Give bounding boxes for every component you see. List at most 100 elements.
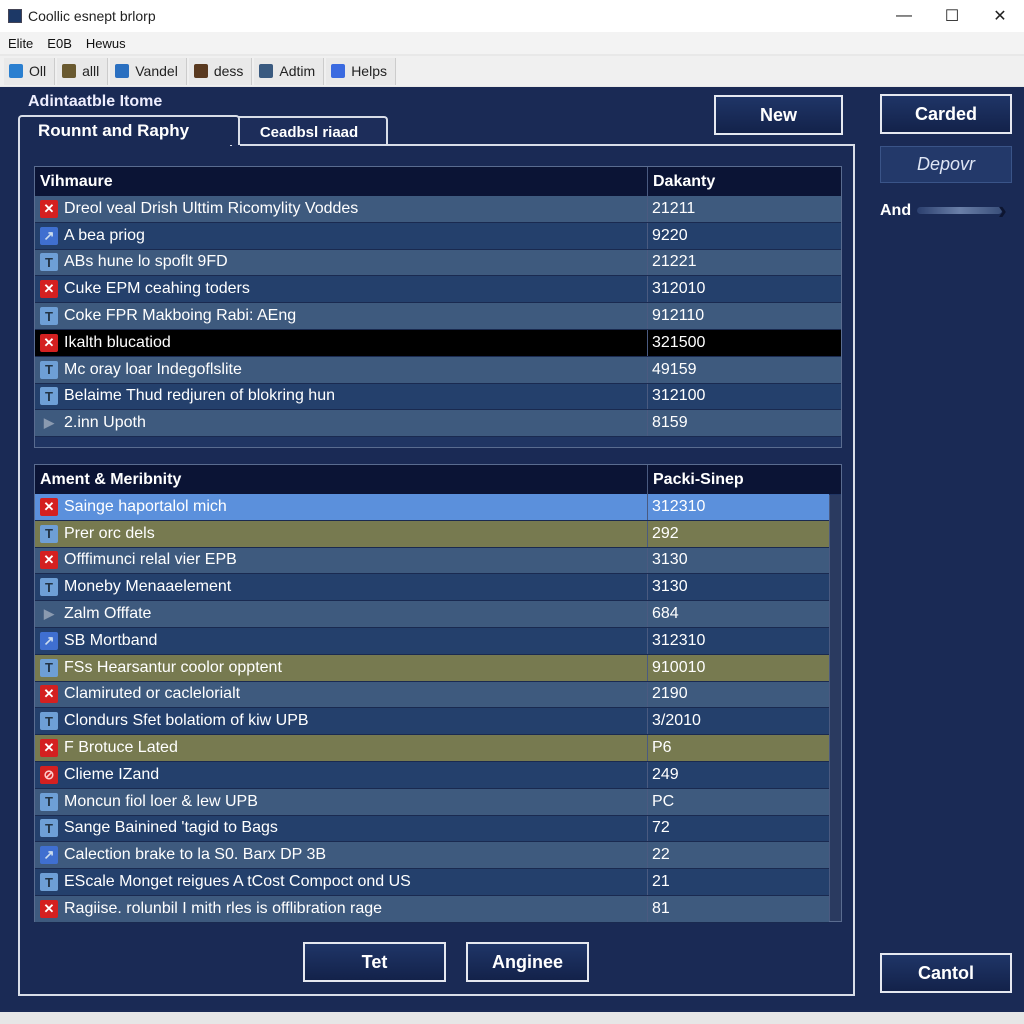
scrollbar[interactable]: [829, 495, 841, 921]
menu-item[interactable]: Elite: [8, 36, 33, 51]
minimize-button[interactable]: —: [880, 0, 928, 32]
table-row[interactable]: ✕ Sainge haportalol mich 312310: [35, 494, 829, 521]
row-name: ABs hune lo spoflt 9FD: [64, 253, 228, 271]
toolbar-label: Helps: [351, 63, 387, 79]
row-value: 321500: [652, 333, 706, 351]
main-panel: Adintaatble Itome Ceadbsl riaad Rounnt a…: [0, 87, 1024, 1012]
menu-item[interactable]: Hewus: [86, 36, 126, 51]
database-icon: [62, 64, 77, 78]
blocked-icon: ⊘: [40, 765, 58, 784]
table-row[interactable]: T FSs Hearsantur coolor opptent 910010: [35, 654, 829, 682]
and-slider[interactable]: And ›: [880, 195, 1007, 226]
table-row[interactable]: T Sange Bainined 'tagid to Bags 72: [35, 815, 829, 843]
chart-icon: ↗: [40, 226, 58, 245]
error-icon: ✕: [40, 199, 58, 218]
row-name: F Brotuce Lated: [64, 739, 178, 757]
table-row[interactable]: ✕ Cuke EPM ceahing toders 312010: [35, 276, 841, 304]
column-header[interactable]: Dakanty: [648, 167, 841, 196]
toolbar-button[interactable]: Oll: [4, 57, 56, 85]
toolbar-button[interactable]: alll: [57, 57, 109, 85]
column-header[interactable]: Vihmaure: [35, 167, 648, 196]
row-value: 81: [652, 899, 670, 917]
slider-label: And: [880, 201, 912, 219]
row-name: Prer orc dels: [64, 524, 155, 542]
table-row[interactable]: T EScale Monget reigues A tCost Compoct o…: [35, 869, 829, 896]
filter-icon: T: [40, 792, 58, 811]
table-row[interactable]: T Moneby Menaaelement 3130: [35, 574, 829, 602]
table-row[interactable]: ▶ 2.inn Upoth 8159: [35, 410, 841, 438]
row-value: 3130: [652, 551, 688, 569]
tab-primary[interactable]: Rounnt and Raphy: [18, 115, 240, 145]
row-name: Dreol veal Drish Ulttim Ricomylity Vodde…: [64, 199, 359, 217]
table-header: Ament & Meribnity Packi-Sinep: [35, 465, 841, 494]
maximize-button[interactable]: ☐: [928, 0, 976, 32]
row-name: 2.inn Upoth: [64, 414, 146, 432]
toolbar: Oll alll Vandel dess Adtim Helps: [0, 56, 1024, 86]
table-bottom: Ament & Meribnity Packi-Sinep ✕ Sainge ha…: [34, 464, 842, 923]
slider-track[interactable]: [917, 207, 1003, 214]
table-row[interactable]: T ABs hune lo spoflt 9FD 21221: [35, 249, 841, 277]
error-icon: ✕: [40, 497, 58, 516]
table-row[interactable]: ✕ Clamiruted or caclelorialt 2190: [35, 681, 829, 709]
row-value: 21: [652, 873, 670, 891]
row-value: 21211: [652, 199, 696, 217]
disc-icon: [193, 64, 208, 78]
tab-secondary[interactable]: Ceadbsl riaad: [230, 116, 388, 146]
table-row[interactable]: ✕ Dreol veal Drish Ulttim Ricomylity Vodd…: [35, 196, 841, 223]
arrow-icon: ▶: [44, 606, 54, 622]
chevron-right-icon[interactable]: ›: [998, 195, 1007, 226]
app-icon: [8, 9, 22, 23]
tet-button[interactable]: Tet: [303, 942, 446, 982]
row-value: 249: [652, 765, 679, 783]
table-row[interactable]: ⊘ Clieme IZand 249: [35, 761, 829, 789]
table-top: Vihmaure Dakanty ✕ Dreol veal Drish Ultti…: [34, 166, 842, 448]
table-row[interactable]: T Coke FPR Makboing Rabi: AEng 912110: [35, 303, 841, 330]
new-button[interactable]: New: [714, 95, 843, 135]
table-row[interactable]: T Prer orc dels 292: [35, 520, 829, 548]
table-row[interactable]: ✕ Offfimunci relal vier EPB 3130: [35, 547, 829, 575]
toolbar-button[interactable]: Vandel: [110, 57, 187, 85]
depovr-button[interactable]: Depovr: [880, 146, 1012, 183]
row-value: 72: [652, 819, 670, 837]
filter-icon: T: [40, 712, 58, 731]
row-value: 312100: [652, 387, 706, 405]
close-button[interactable]: ✕: [976, 0, 1024, 32]
row-value: 312310: [652, 497, 706, 515]
column-header[interactable]: Packi-Sinep: [648, 465, 841, 494]
row-value: 910010: [652, 658, 706, 676]
table-row[interactable]: ▶ Zalm Offfate 684: [35, 601, 829, 628]
menu-item[interactable]: E0B: [47, 36, 72, 51]
filter-icon: T: [40, 253, 58, 272]
table-row[interactable]: ✕ Ragiise. rolunbil I mith rles is offlib…: [35, 895, 829, 923]
filter-icon: T: [40, 387, 58, 406]
table-row[interactable]: T Clondurs Sfet bolatiom of kiw UPB 3/2010: [35, 708, 829, 736]
table-row[interactable]: T Mc oray loar Indegoflslite 49159: [35, 356, 841, 384]
row-name: FSs Hearsantur coolor opptent: [64, 658, 282, 676]
window-title: Coollic esnept brlorp: [28, 8, 156, 24]
table-row[interactable]: T Moncun fiol loer & lew UPB PC: [35, 788, 829, 816]
row-value: 8159: [652, 414, 688, 432]
column-header[interactable]: Ament & Meribnity: [35, 465, 648, 494]
table-row[interactable]: ↗ SB Mortband 312310: [35, 627, 829, 655]
table-row[interactable]: ✕ F Brotuce Lated P6: [35, 735, 829, 762]
table-row[interactable]: ✕ Ikalth blucatiod 321500: [35, 329, 841, 357]
cantol-button[interactable]: Cantol: [880, 953, 1012, 993]
error-icon: ✕: [40, 685, 58, 704]
row-name: Offfimunci relal vier EPB: [64, 551, 237, 569]
anginee-button[interactable]: Anginee: [466, 942, 589, 982]
carded-button[interactable]: Carded: [880, 94, 1012, 134]
chart-icon: ↗: [40, 846, 58, 865]
toolbar-label: Adtim: [279, 63, 316, 79]
table-row[interactable]: ↗ A bea priog 9220: [35, 222, 841, 250]
row-name: Ragiise. rolunbil I mith rles is offlibr…: [64, 899, 383, 917]
tab-panel: Vihmaure Dakanty ✕ Dreol veal Drish Ultti…: [18, 144, 855, 996]
toolbar-button[interactable]: dess: [188, 57, 253, 85]
toolbar-label: Oll: [29, 63, 47, 79]
toolbar-button[interactable]: Helps: [326, 57, 396, 85]
toolbar-button[interactable]: Adtim: [254, 57, 325, 85]
table-row[interactable]: ↗ Calection brake to la S0. Barx DP 3B 22: [35, 842, 829, 870]
row-name: Clondurs Sfet bolatiom of kiw UPB: [64, 712, 309, 730]
row-name: Clieme IZand: [64, 765, 160, 783]
table-row[interactable]: T Belaime Thud redjuren of blokring hun 31…: [35, 383, 841, 411]
row-value: 21221: [652, 253, 697, 271]
